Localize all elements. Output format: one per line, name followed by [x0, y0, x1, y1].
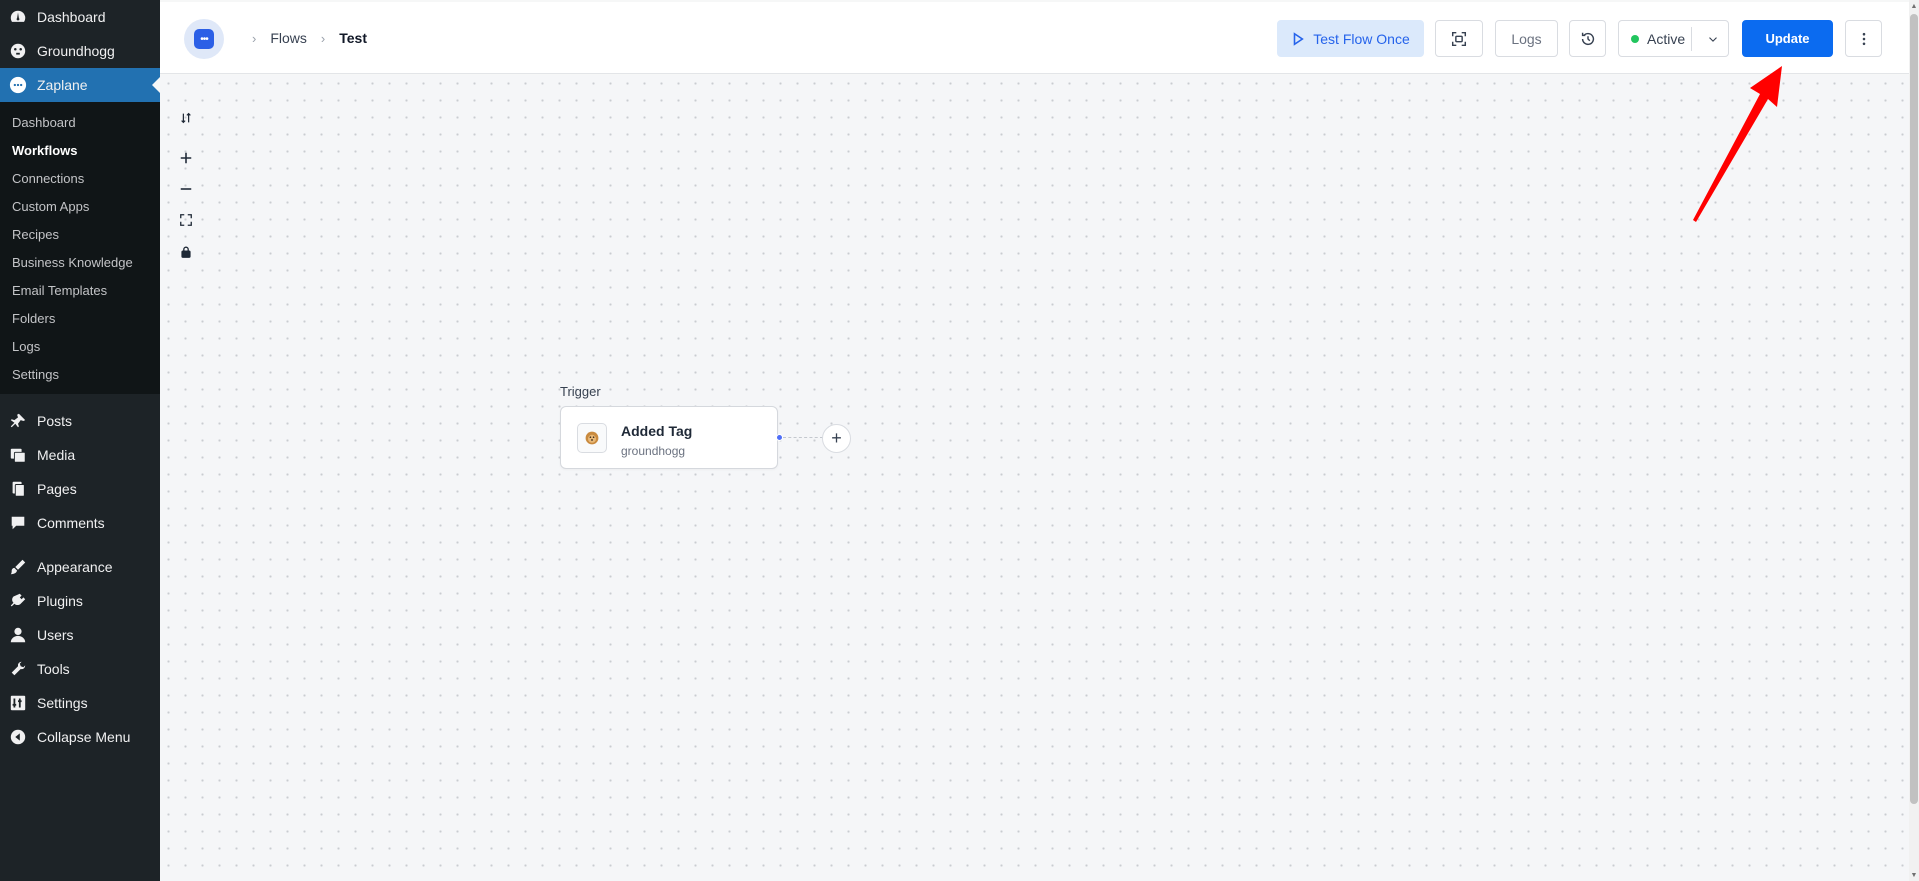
app-logo[interactable]: •••: [184, 19, 224, 59]
menu-posts[interactable]: Posts: [0, 404, 160, 438]
history-icon: [1581, 32, 1594, 45]
menu-groundhogg[interactable]: Groundhogg: [0, 34, 160, 68]
status-label: Active: [1647, 30, 1686, 47]
menu-label: Settings: [37, 695, 88, 711]
menu-settings[interactable]: Settings: [0, 686, 160, 720]
submenu-workflows[interactable]: Workflows: [0, 136, 160, 164]
update-button[interactable]: Update: [1742, 20, 1833, 57]
chevron-right-icon: ›: [252, 30, 257, 46]
plus-icon: +: [831, 428, 842, 448]
groundhogg-icon: [9, 42, 27, 60]
submenu-settings[interactable]: Settings: [0, 360, 160, 388]
breadcrumb-current: Test: [339, 30, 367, 46]
menu-label: Zaplane: [37, 77, 88, 93]
add-step-button[interactable]: +: [822, 424, 851, 453]
collapse-menu-button[interactable]: Collapse Menu: [0, 720, 160, 754]
menu-media[interactable]: Media: [0, 438, 160, 472]
history-button[interactable]: [1569, 20, 1606, 57]
settings-icon: [9, 694, 27, 712]
submenu-connections[interactable]: Connections: [0, 164, 160, 192]
menu-label: Posts: [37, 413, 73, 429]
user-icon: [9, 626, 27, 644]
trigger-node[interactable]: Added Tag groundhogg: [560, 406, 778, 469]
wrench-icon: [9, 660, 27, 678]
logs-button[interactable]: Logs: [1495, 20, 1558, 57]
chevron-right-icon: ›: [320, 30, 326, 46]
collapse-icon: [9, 728, 27, 746]
menu-users[interactable]: Users: [0, 618, 160, 652]
menu-label: Comments: [37, 515, 105, 531]
brush-icon: [9, 558, 27, 576]
test-flow-once-button[interactable]: Test Flow Once: [1277, 20, 1424, 57]
admin-sidebar: Dashboard Groundhogg Zaplane Dashboard W…: [0, 0, 160, 881]
menu-zaplane[interactable]: Zaplane: [0, 68, 160, 102]
scroll-down-icon[interactable]: ▼: [1909, 869, 1919, 881]
dashed-connector: [783, 437, 823, 438]
more-options-button[interactable]: [1845, 20, 1882, 57]
scroll-up-icon[interactable]: ▲: [1909, 0, 1919, 12]
zaplane-logo-icon: •••: [194, 29, 214, 49]
menu-plugins[interactable]: Plugins: [0, 584, 160, 618]
pin-icon: [9, 412, 27, 430]
scrollbar-thumb[interactable]: [1910, 14, 1918, 804]
submenu-folders[interactable]: Folders: [0, 304, 160, 332]
vertical-scrollbar[interactable]: ▲ ▼: [1909, 0, 1919, 881]
flow-canvas[interactable]: [160, 75, 1909, 881]
menu-label: Users: [37, 627, 74, 643]
menu-label: Appearance: [37, 559, 113, 575]
dashboard-icon: [9, 8, 27, 26]
breadcrumb: › Flows › Test: [238, 2, 367, 74]
screenshot-button[interactable]: [1435, 20, 1483, 57]
submenu-dashboard[interactable]: Dashboard: [0, 108, 160, 136]
test-flow-label: Test Flow Once: [1313, 30, 1410, 47]
submenu-email-templates[interactable]: Email Templates: [0, 276, 160, 304]
submenu-logs[interactable]: Logs: [0, 332, 160, 360]
zaplane-submenu: Dashboard Workflows Connections Custom A…: [0, 102, 160, 394]
menu-pages[interactable]: Pages: [0, 472, 160, 506]
menu-tools[interactable]: Tools: [0, 652, 160, 686]
node-title: Added Tag: [621, 423, 693, 439]
groundhogg-app-icon: [577, 423, 607, 453]
menu-comments[interactable]: Comments: [0, 506, 160, 540]
zoom-out-icon[interactable]: [178, 181, 194, 197]
submenu-business-knowledge[interactable]: Business Knowledge: [0, 248, 160, 276]
menu-label: Tools: [37, 661, 70, 677]
lock-icon[interactable]: [178, 244, 194, 260]
node-subtitle: groundhogg: [621, 444, 686, 458]
submenu-recipes[interactable]: Recipes: [0, 220, 160, 248]
fit-view-icon[interactable]: [178, 212, 194, 228]
zoom-in-icon[interactable]: [178, 150, 194, 166]
menu-label: Pages: [37, 481, 77, 497]
trigger-label: Trigger: [560, 384, 601, 399]
menu-label: Media: [37, 447, 76, 463]
status-dot: [1631, 34, 1639, 43]
media-icon: [9, 446, 27, 464]
breadcrumb-flows[interactable]: Flows: [270, 30, 307, 46]
comment-icon: [9, 514, 27, 532]
node-output-handle[interactable]: [776, 434, 783, 441]
menu-dashboard[interactable]: Dashboard: [0, 0, 160, 34]
menu-label: Collapse Menu: [37, 729, 131, 745]
menu-label: Dashboard: [37, 9, 106, 25]
menu-appearance[interactable]: Appearance: [0, 550, 160, 584]
pages-icon: [9, 480, 27, 498]
flow-editor-header: ••• › Flows › Test Test Flow Once Logs A…: [160, 2, 1909, 74]
status-dropdown[interactable]: Active: [1618, 20, 1729, 57]
plugin-icon: [9, 592, 27, 610]
zaplane-icon: [9, 76, 27, 94]
play-icon: [1293, 31, 1305, 46]
menu-label: Groundhogg: [37, 43, 115, 59]
focus-frame-icon: [1451, 31, 1467, 46]
chevron-down-icon[interactable]: [1706, 32, 1720, 46]
submenu-custom-apps[interactable]: Custom Apps: [0, 192, 160, 220]
more-vertical-icon: [1862, 32, 1865, 45]
layout-toggle-icon[interactable]: [178, 110, 194, 126]
menu-label: Plugins: [37, 593, 83, 609]
